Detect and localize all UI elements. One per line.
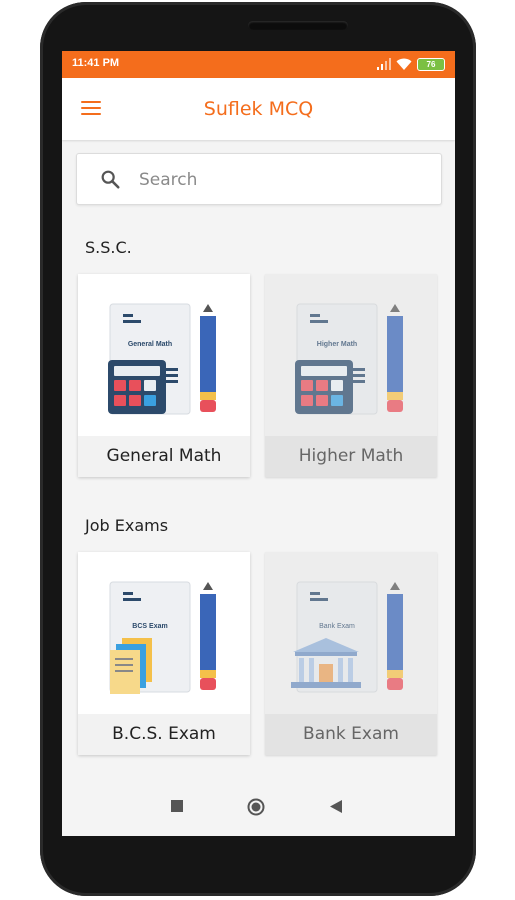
bank-exam-illustration: Bank Exam (291, 581, 403, 693)
speaker-grille (248, 21, 348, 30)
app-bar: Suflek MCQ (62, 78, 455, 140)
recent-apps-icon[interactable] (171, 800, 183, 812)
app-title: Suflek MCQ (203, 98, 314, 120)
general-math-illustration: General Math (108, 303, 216, 415)
card-bank-exam[interactable]: Bank Exam Bank Exam (265, 552, 437, 755)
illus-title: Bank Exam (319, 623, 355, 630)
app-screen: 11:41 PM 76 Suflek MCQ S.S.C. (62, 51, 455, 836)
illus-title: Higher Math (317, 341, 357, 348)
card-general-math[interactable]: General Math General Math (78, 274, 250, 477)
card-label: General Math (78, 436, 250, 477)
signal-icon (377, 58, 391, 70)
search-box[interactable] (76, 153, 442, 205)
illus-title: BCS Exam (132, 623, 167, 630)
illus-title: General Math (128, 341, 172, 348)
bcs-exam-illustration: BCS Exam (109, 581, 216, 694)
navigation-bar (62, 786, 455, 836)
home-icon[interactable] (247, 798, 265, 816)
card-label: B.C.S. Exam (78, 714, 250, 755)
card-label: Higher Math (265, 436, 437, 477)
search-input[interactable] (137, 164, 431, 196)
wifi-icon (396, 58, 412, 70)
section-title-ssc: S.S.C. (85, 238, 132, 257)
back-icon[interactable] (330, 800, 342, 813)
search-icon (101, 170, 120, 189)
status-time: 11:41 PM (72, 57, 120, 69)
section-title-job-exams: Job Exams (85, 516, 169, 535)
higher-math-illustration: Higher Math (295, 303, 403, 415)
card-bcs-exam[interactable]: BCS Exam B.C.S. Exam (78, 552, 250, 755)
card-higher-math[interactable]: Higher Math Higher Math (265, 274, 437, 477)
card-label: Bank Exam (265, 714, 437, 755)
status-bar: 11:41 PM 76 (62, 51, 455, 78)
status-icons: 76 (377, 57, 445, 71)
battery-icon: 76 (417, 57, 445, 71)
